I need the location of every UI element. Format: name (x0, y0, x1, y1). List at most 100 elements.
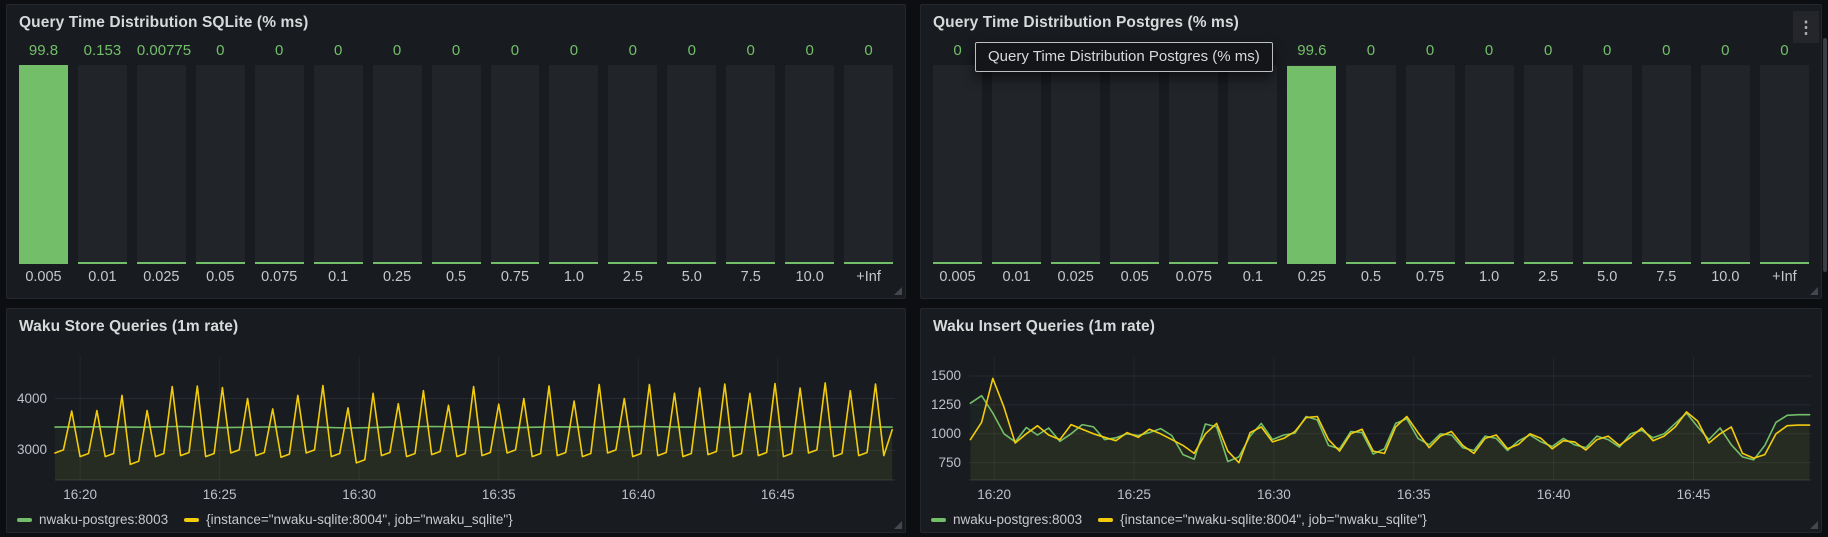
bar-track (255, 65, 304, 264)
histogram-bar-column: 02.5 (1524, 39, 1573, 288)
bar-track (785, 65, 834, 264)
scrollbar-thumb[interactable] (1823, 38, 1827, 272)
bucket-label: 1.0 (1465, 264, 1514, 288)
bucket-label: +Inf (844, 264, 893, 288)
histogram-bar-column: 0.1530.01 (78, 39, 127, 288)
histogram-bar-column: 01.0 (1465, 39, 1514, 288)
bar-track (667, 65, 716, 264)
histogram-bar-column: 0.01 (992, 39, 1041, 288)
store-queries-chart[interactable]: 3000400016:2016:2516:3016:3516:4016:45nw… (7, 343, 905, 532)
bar-value-label: 0 (785, 39, 834, 63)
bar-track (1169, 65, 1218, 264)
bucket-label: 7.5 (726, 264, 775, 288)
panel-menu-button[interactable]: ⋮ (1793, 11, 1819, 43)
bar-track (196, 65, 245, 264)
bucket-label: 0.75 (491, 264, 540, 288)
x-axis-tick-label: 16:45 (748, 487, 808, 502)
histogram-bar-column: 00.5 (1346, 39, 1395, 288)
sqlite-histogram[interactable]: 99.80.0050.1530.010.007750.02500.0500.07… (7, 39, 905, 298)
bar-fill (726, 262, 775, 264)
histogram-bar-column: 00.25 (373, 39, 422, 288)
bar-track (1701, 65, 1750, 264)
legend-item[interactable]: {instance="nwaku-sqlite:8004", job="nwak… (184, 512, 513, 527)
bar-track (1760, 65, 1809, 264)
bucket-label: 0.5 (432, 264, 481, 288)
histogram-bar-column: 00.1 (314, 39, 363, 288)
bar-track (78, 65, 127, 264)
x-axis-tick-label: 16:35 (1384, 487, 1444, 502)
legend-item[interactable]: nwaku-postgres:8003 (17, 512, 168, 527)
resize-handle-icon[interactable] (894, 521, 902, 529)
legend-item[interactable]: {instance="nwaku-sqlite:8004", job="nwak… (1098, 512, 1427, 527)
bucket-label: 0.25 (373, 264, 422, 288)
bar-fill (549, 262, 598, 264)
histogram-bar-column: 0 +Inf (844, 39, 893, 288)
bucket-label: +Inf (1760, 264, 1809, 288)
bucket-label: 0.1 (1228, 264, 1277, 288)
bar-value-label: 0 (1465, 39, 1514, 63)
bar-fill (992, 262, 1041, 264)
bucket-label: 5.0 (667, 264, 716, 288)
panel-waku-store-queries: Waku Store Queries (1m rate) 3000400016:… (6, 308, 906, 533)
panel-title-insert[interactable]: Waku Insert Queries (1m rate) (921, 309, 1821, 343)
legend-series-marker (17, 518, 32, 522)
legend-series-label: nwaku-postgres:8003 (953, 512, 1082, 527)
bar-fill (255, 262, 304, 264)
bucket-label: 0.01 (78, 264, 127, 288)
legend-series-marker (184, 518, 199, 522)
insert-queries-chart[interactable]: 75010001250150016:2016:2516:3016:3516:40… (921, 343, 1821, 532)
x-axis-tick-label: 16:20 (964, 487, 1024, 502)
bar-value-label: 0 (844, 39, 893, 63)
bar-track (1287, 65, 1336, 264)
bar-track (726, 65, 775, 264)
bar-track (933, 65, 982, 264)
bar-fill (1642, 262, 1691, 264)
panel-title-sqlite[interactable]: Query Time Distribution SQLite (% ms) (7, 5, 905, 39)
bar-fill (1701, 262, 1750, 264)
postgres-histogram[interactable]: 00.0050.010.0250.050.075010.199.60.2500.… (921, 39, 1821, 298)
bar-value-label: 0 (432, 39, 481, 63)
bucket-label: 0.005 (933, 264, 982, 288)
plot-area[interactable] (969, 357, 1811, 480)
bucket-label: 0.005 (19, 264, 68, 288)
bucket-label: 10.0 (1701, 264, 1750, 288)
bar-value-label: 0 (314, 39, 363, 63)
panel-title-postgres[interactable]: Query Time Distribution Postgres (% ms) (921, 5, 1821, 39)
bar-fill (1583, 262, 1632, 264)
histogram-bar-column: 00.05 (196, 39, 245, 288)
panel-title-store[interactable]: Waku Store Queries (1m rate) (7, 309, 905, 343)
bar-fill (844, 262, 893, 264)
y-axis-tick-label: 1000 (921, 426, 961, 441)
bucket-label: 1.0 (549, 264, 598, 288)
bucket-label: 0.025 (137, 264, 186, 288)
x-axis-tick-label: 16:25 (190, 487, 250, 502)
bar-fill (137, 262, 186, 264)
histogram-bar-column: 00.5 (432, 39, 481, 288)
legend-item[interactable]: nwaku-postgres:8003 (931, 512, 1082, 527)
legend-series-label: {instance="nwaku-sqlite:8004", job="nwak… (206, 512, 513, 527)
histogram-bar-column: 0.025 (1051, 39, 1100, 288)
bar-track (1465, 65, 1514, 264)
y-axis-tick-label: 750 (921, 455, 961, 470)
x-axis-tick-label: 16:40 (608, 487, 668, 502)
y-axis-tick-label: 1500 (921, 368, 961, 383)
bucket-label: 5.0 (1583, 264, 1632, 288)
bucket-label: 0.075 (1169, 264, 1218, 288)
plot-area[interactable] (55, 357, 895, 480)
bar-fill (491, 262, 540, 264)
bar-fill (608, 262, 657, 264)
resize-handle-icon[interactable] (894, 287, 902, 295)
bar-value-label: 0 (726, 39, 775, 63)
histogram-bar-column: 05.0 (1583, 39, 1632, 288)
panel-title-tooltip: Query Time Distribution Postgres (% ms) (975, 42, 1273, 72)
bucket-label: 2.5 (1524, 264, 1573, 288)
bar-fill (1760, 262, 1809, 264)
histogram-bar-column: 010.0 (785, 39, 834, 288)
x-axis-tick-label: 16:40 (1524, 487, 1584, 502)
resize-handle-icon[interactable] (1810, 287, 1818, 295)
bar-value-label: 99.8 (19, 39, 68, 63)
panel-query-time-sqlite: Query Time Distribution SQLite (% ms) 99… (6, 4, 906, 299)
histogram-bar-column: 07.5 (1642, 39, 1691, 288)
resize-handle-icon[interactable] (1810, 521, 1818, 529)
bar-fill (1169, 262, 1218, 264)
